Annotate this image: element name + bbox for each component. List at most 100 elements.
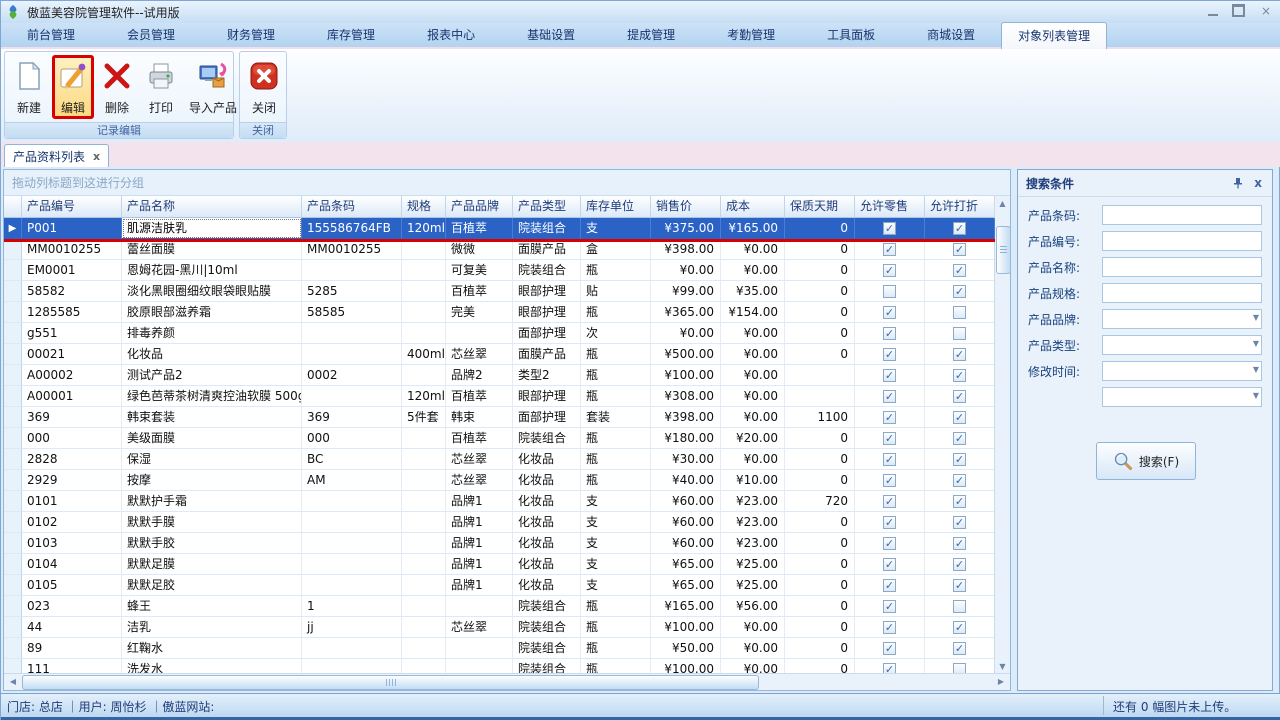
cell-code[interactable]: 369 [22, 407, 122, 428]
row-indicator[interactable] [4, 281, 22, 302]
cell-retail[interactable]: ✓ [855, 407, 925, 428]
row-indicator[interactable] [4, 533, 22, 554]
cell-unit[interactable]: 套装 [581, 407, 651, 428]
table-row[interactable]: MM0010255蕾丝面膜MM0010255微微面膜产品盒¥398.00¥0.0… [4, 239, 995, 260]
scroll-right-icon[interactable]: ▶ [993, 674, 1009, 690]
discount-checkbox[interactable]: ✓ [953, 222, 966, 235]
row-indicator[interactable] [4, 428, 22, 449]
close-button[interactable]: × [1259, 5, 1273, 17]
cell-shelf[interactable]: 0 [785, 470, 855, 491]
cell-spec[interactable] [402, 617, 446, 638]
cell-barcode[interactable]: 369 [302, 407, 402, 428]
delete-button[interactable]: 删除 [96, 55, 138, 119]
tab-close-icon[interactable]: x [93, 150, 100, 163]
retail-checkbox[interactable]: ✓ [883, 432, 896, 445]
cell-type[interactable]: 化妆品 [513, 512, 581, 533]
cell-price[interactable]: ¥398.00 [651, 239, 721, 260]
retail-checkbox[interactable] [883, 285, 896, 298]
cell-shelf[interactable]: 0 [785, 302, 855, 323]
retail-checkbox[interactable]: ✓ [883, 516, 896, 529]
column-header-cost[interactable]: 成本 [721, 196, 785, 218]
cell-spec[interactable] [402, 449, 446, 470]
row-indicator[interactable] [4, 239, 22, 260]
cell-shelf[interactable]: 0 [785, 638, 855, 659]
cell-unit[interactable]: 盒 [581, 239, 651, 260]
menu-tab-5[interactable]: 报表中心 [401, 22, 501, 47]
cell-price[interactable]: ¥180.00 [651, 428, 721, 449]
cell-spec[interactable] [402, 365, 446, 386]
column-header-barcode[interactable]: 产品条码 [302, 196, 402, 218]
cell-name[interactable]: 红鞠水 [122, 638, 302, 659]
column-header-type[interactable]: 产品类型 [513, 196, 581, 218]
cell-barcode[interactable]: 000 [302, 428, 402, 449]
cell-unit[interactable]: 支 [581, 218, 651, 239]
cell-type[interactable]: 面部护理 [513, 407, 581, 428]
cell-shelf[interactable]: 0 [785, 449, 855, 470]
cell-spec[interactable] [402, 533, 446, 554]
discount-checkbox[interactable]: ✓ [953, 558, 966, 571]
cell-barcode[interactable] [302, 323, 402, 344]
cell-name[interactable]: 韩束套装 [122, 407, 302, 428]
cell-name[interactable]: 化妆品 [122, 344, 302, 365]
cell-cost[interactable]: ¥0.00 [721, 617, 785, 638]
cell-retail[interactable]: ✓ [855, 554, 925, 575]
cell-name[interactable]: 淡化黑眼圈细纹眼袋眼贴膜 [122, 281, 302, 302]
cell-price[interactable]: ¥165.00 [651, 596, 721, 617]
cell-code[interactable]: 2828 [22, 449, 122, 470]
row-indicator[interactable] [4, 575, 22, 596]
cell-retail[interactable]: ✓ [855, 617, 925, 638]
menu-tab-10[interactable]: 商城设置 [901, 22, 1001, 47]
cell-brand[interactable]: 完美 [446, 302, 513, 323]
column-header-name[interactable]: 产品名称 [122, 196, 302, 218]
row-indicator[interactable] [4, 470, 22, 491]
cell-name[interactable]: 测试产品2 [122, 365, 302, 386]
cell-spec[interactable] [402, 512, 446, 533]
discount-checkbox[interactable]: ✓ [953, 369, 966, 382]
cell-price[interactable]: ¥99.00 [651, 281, 721, 302]
row-indicator[interactable] [4, 407, 22, 428]
cell-brand[interactable]: 品牌1 [446, 491, 513, 512]
cell-code[interactable]: 2929 [22, 470, 122, 491]
column-header-code[interactable]: 产品编号 [22, 196, 122, 218]
row-indicator[interactable] [4, 596, 22, 617]
cell-price[interactable]: ¥500.00 [651, 344, 721, 365]
table-row[interactable]: 0103默默手胶品牌1化妆品支¥60.00¥23.000✓✓ [4, 533, 995, 554]
cell-name[interactable]: 默默护手霜 [122, 491, 302, 512]
cell-unit[interactable]: 次 [581, 323, 651, 344]
cell-barcode[interactable] [302, 344, 402, 365]
retail-checkbox[interactable]: ✓ [883, 306, 896, 319]
cell-unit[interactable]: 瓶 [581, 449, 651, 470]
column-header-price[interactable]: 销售价 [651, 196, 721, 218]
menu-tab-6[interactable]: 基础设置 [501, 22, 601, 47]
retail-checkbox[interactable]: ✓ [883, 495, 896, 508]
column-header-brand[interactable]: 产品品牌 [446, 196, 513, 218]
cell-price[interactable]: ¥30.00 [651, 449, 721, 470]
new-button[interactable]: 新建 [8, 55, 50, 119]
cell-cost[interactable]: ¥0.00 [721, 386, 785, 407]
cell-barcode[interactable] [302, 533, 402, 554]
row-indicator[interactable] [4, 449, 22, 470]
cell-code[interactable]: 1285585 [22, 302, 122, 323]
retail-checkbox[interactable]: ✓ [883, 348, 896, 361]
cell-spec[interactable] [402, 428, 446, 449]
cell-cost[interactable]: ¥0.00 [721, 260, 785, 281]
cell-brand[interactable]: 品牌1 [446, 554, 513, 575]
cell-code[interactable]: P001 [22, 218, 122, 239]
cell-retail[interactable]: ✓ [855, 512, 925, 533]
cell-discount[interactable]: ✓ [925, 260, 995, 281]
tab-product-list[interactable]: 产品资料列表 x [4, 144, 109, 167]
cell-name[interactable]: 按摩 [122, 470, 302, 491]
discount-checkbox[interactable]: ✓ [953, 516, 966, 529]
cell-barcode[interactable] [302, 260, 402, 281]
cell-discount[interactable]: ✓ [925, 617, 995, 638]
menu-tab-2[interactable]: 会员管理 [101, 22, 201, 47]
cell-unit[interactable]: 瓶 [581, 302, 651, 323]
cell-retail[interactable]: ✓ [855, 344, 925, 365]
import-product-button[interactable]: 导入产品 [184, 55, 242, 119]
cell-unit[interactable]: 瓶 [581, 344, 651, 365]
cell-barcode[interactable] [302, 575, 402, 596]
cell-retail[interactable]: ✓ [855, 575, 925, 596]
discount-checkbox[interactable]: ✓ [953, 264, 966, 277]
cell-unit[interactable]: 瓶 [581, 617, 651, 638]
table-row[interactable]: 000美级面膜000百植萃院装组合瓶¥180.00¥20.000✓✓ [4, 428, 995, 449]
